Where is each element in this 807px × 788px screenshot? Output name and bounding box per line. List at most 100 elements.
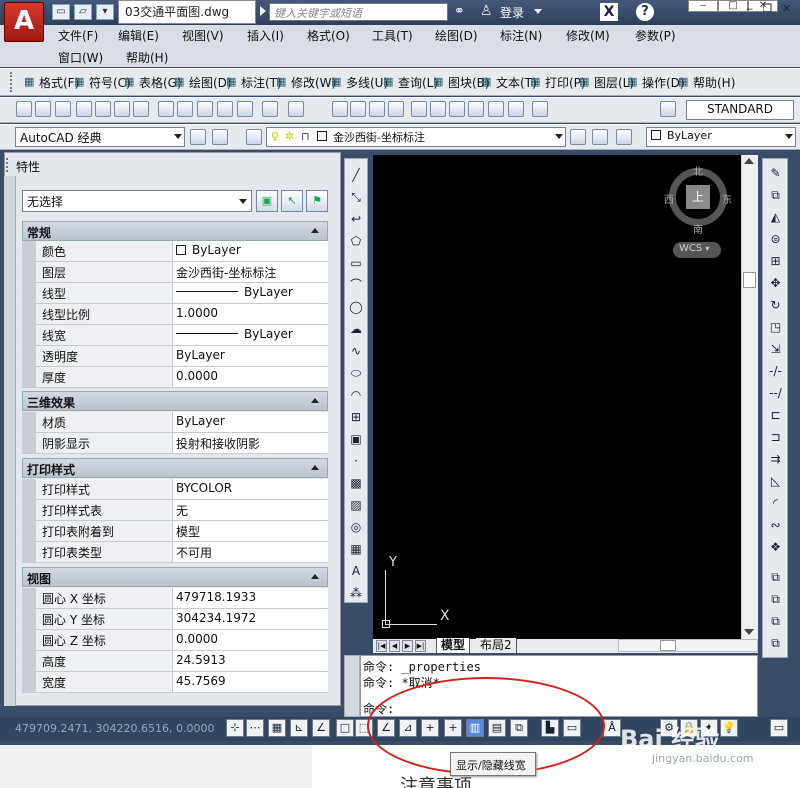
scale-icon[interactable]: ◳ [767,319,784,336]
login-button[interactable]: 登录 [500,4,524,21]
offset-icon[interactable]: ⊜ [767,231,784,248]
copy-object-icon[interactable]: ⧉ [767,187,784,204]
tab-layout2[interactable]: 布局2 [476,638,517,653]
property-value[interactable]: 模型 [174,521,200,541]
menu-item[interactable]: 视图(V) [182,27,224,44]
property-value[interactable]: ByLayer [174,412,225,432]
toolbar-grip[interactable] [10,72,14,92]
extend-icon[interactable]: --/ [767,385,784,402]
layer-combo[interactable]: ♀ ✲ ⊓ 金沙西街-坐标标注 [266,127,566,147]
property-value[interactable]: 0.0000 [174,630,218,650]
draworder-back-icon[interactable]: ⧉ [767,613,784,630]
property-value[interactable]: 45.7569 [174,672,226,692]
quick-select-icon[interactable]: ⚑ [306,190,328,212]
explode-icon[interactable]: ❖ [767,539,784,556]
property-value[interactable]: ByLayer [174,346,225,366]
ellipse-arc-icon[interactable]: ◠ [348,387,364,403]
join-icon[interactable]: ⇉ [767,451,784,468]
property-value[interactable]: 24.5913 [174,651,226,671]
print-icon[interactable] [76,101,92,117]
property-value[interactable]: ByLayer [174,283,293,303]
property-row[interactable]: 打印表类型 不可用 [22,542,328,563]
property-row[interactable]: 线型 ByLayer [22,283,328,304]
property-value[interactable]: 金沙西街-坐标标注 [174,262,276,282]
login-dropdown-icon[interactable] [534,9,542,14]
section-header[interactable]: 打印样式 [22,458,328,478]
first-tab-icon[interactable]: |◀ [376,640,387,652]
redo-icon[interactable] [288,101,304,117]
new-file-icon[interactable]: ▭ [52,4,70,20]
save-icon[interactable] [55,101,71,117]
layer-state-icon[interactable] [616,129,632,145]
break-at-point-icon[interactable]: ⊏ [767,407,784,424]
exchange-icon[interactable]: X [600,3,618,21]
command-strip[interactable] [344,655,360,717]
zoom-realtime-icon[interactable] [350,101,366,117]
section-header[interactable]: 视图 [22,567,328,587]
tab-model[interactable]: 模型 [436,638,471,653]
property-row[interactable]: 材质 ByLayer [22,412,328,433]
array-icon[interactable]: ⊞ [767,253,784,270]
collapse-icon[interactable] [311,465,319,470]
coordinate-readout[interactable]: 479709.2471, 304220.6516, 0.0000 [15,722,214,735]
menu-item[interactable]: 格式(O) [307,27,350,44]
property-row[interactable]: 颜色 ByLayer [22,241,328,262]
calculator-icon[interactable] [508,101,524,117]
match-properties-icon[interactable] [217,101,233,117]
break-icon[interactable]: ⊐ [767,429,784,446]
chamfer-icon[interactable]: ◺ [767,473,784,490]
polyline-icon[interactable]: ↩ [348,211,364,227]
draworder-icon[interactable]: ⧉ [767,569,784,586]
snap-icon[interactable]: ⋯ [246,719,264,737]
annotation-scale-icon[interactable]: Å [603,719,621,737]
express-menu-item[interactable]: 帮助(H) [693,74,735,91]
rotate-icon[interactable]: ↻ [767,297,784,314]
compass-north[interactable]: 北 [693,163,703,178]
zoom-window-icon[interactable] [369,101,385,117]
selection-combo[interactable]: 无选择 [22,190,252,212]
undo-icon[interactable] [262,101,278,117]
palette-side-strip[interactable] [4,176,16,706]
isolate-icon[interactable]: 💡 [720,719,738,737]
property-row[interactable]: 阴影显示 投射和接收阴影 [22,433,328,454]
make-block-icon[interactable]: ▣ [348,431,364,447]
erase-icon[interactable]: ✎ [767,165,784,182]
cut-icon[interactable] [158,101,174,117]
prev-tab-icon[interactable]: ◀ [389,640,400,652]
collapse-icon[interactable] [311,574,319,579]
ellipse-icon[interactable]: ⬭ [348,365,364,381]
help-icon[interactable] [532,101,548,117]
collapse-icon[interactable] [311,398,319,403]
clean-screen-icon[interactable]: ▭ [770,719,788,737]
next-tab-icon[interactable]: ▶ [402,640,413,652]
horizontal-scrollbar[interactable] [618,639,758,652]
polar-icon[interactable]: ∠ [312,719,330,737]
blend-curves-icon[interactable]: ∾ [767,517,784,534]
property-value[interactable]: 0.0000 [174,367,218,387]
menu-item[interactable]: 标注(N) [500,27,542,44]
gradient-icon[interactable]: ▨ [348,497,364,513]
menu-item[interactable]: 工具(T) [372,27,413,44]
construction-line-icon[interactable]: ⤡ [348,189,364,205]
trim-icon[interactable]: -/- [767,363,784,380]
draworder-above-icon[interactable]: ⧉ [767,635,784,652]
property-value[interactable]: 投射和接收阴影 [174,433,260,453]
section-header[interactable]: 三维效果 [22,391,328,411]
zoom-previous-icon[interactable] [388,101,404,117]
spline-icon[interactable]: ∿ [348,343,364,359]
property-value[interactable]: ByLayer [174,241,241,261]
save-icon[interactable]: ▾ [96,4,114,20]
multiline-text-icon[interactable]: A [348,563,364,579]
minimize-button[interactable]: ‒ [688,0,718,12]
new-icon[interactable] [16,101,32,117]
property-row[interactable]: 线宽 ByLayer [22,325,328,346]
publish-icon[interactable] [114,101,130,117]
make-layer-current-icon[interactable] [570,129,586,145]
point-icon[interactable]: · [348,453,364,469]
circle-icon[interactable]: ◯ [348,299,364,315]
palette-grip[interactable] [6,158,12,172]
wcs-menu[interactable]: WCS ▾ [673,242,721,258]
add-selected-icon[interactable]: ⁂ [348,585,364,601]
fillet-icon[interactable]: ◜ [767,495,784,512]
layer-properties-icon[interactable] [246,129,262,145]
